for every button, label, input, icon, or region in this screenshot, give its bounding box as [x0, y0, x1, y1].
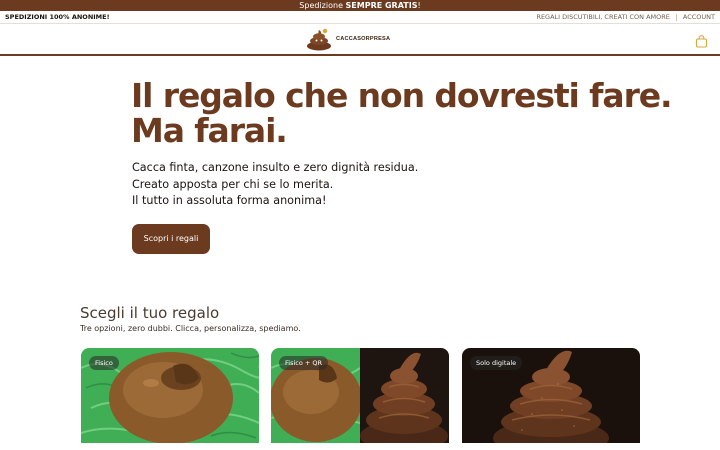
- announcement-highlight: SEMPRE GRATIS: [345, 1, 418, 10]
- poop-logo-icon: [306, 27, 332, 51]
- hero-subtitle: Cacca finta, canzone insulto e zero dign…: [132, 160, 552, 210]
- product-badge: Solo digitale: [470, 356, 523, 370]
- shopping-bag-icon[interactable]: [695, 33, 708, 48]
- product-card-physical[interactable]: Fisico: [81, 348, 259, 443]
- announcement-prefix: Spedizione: [299, 1, 343, 10]
- brand-logo[interactable]: CACCASORPRESA: [306, 27, 390, 51]
- product-card-physical-qr[interactable]: Fisico + QR: [271, 348, 449, 443]
- section-title: Scegli il tuo regalo: [80, 304, 220, 322]
- hero-title-line-1: Il regalo che non dovresti fare.: [131, 76, 673, 115]
- product-badge: Fisico: [89, 356, 119, 370]
- hero-subtitle-line-2: Creato apposta per chi se lo merita.: [132, 177, 334, 191]
- hero-subtitle-line-1: Cacca finta, canzone insulto e zero dign…: [132, 161, 419, 174]
- product-badge: Fisico + QR: [279, 356, 329, 370]
- hero-title-line-2: Ma farai.: [131, 111, 288, 150]
- hero-title: Il regalo che non dovresti fare. Ma fara…: [131, 78, 691, 148]
- utility-bar: SPEDIZIONI 100% ANONIME! REGALI DISCUTIB…: [0, 11, 720, 24]
- account-link[interactable]: ACCOUNT: [683, 11, 715, 24]
- product-card-digital[interactable]: Solo digitale: [462, 348, 640, 443]
- site-header: CACCASORPRESA: [0, 24, 720, 56]
- section-subtitle: Tre opzioni, zero dubbi. Clicca, persona…: [80, 324, 301, 333]
- utility-divider: [675, 14, 677, 21]
- utility-links: REGALI DISCUTIBILI, CREATI CON AMORE ACC…: [536, 11, 715, 24]
- announcement-suffix: !: [417, 1, 421, 10]
- tagline-link[interactable]: REGALI DISCUTIBILI, CREATI CON AMORE: [536, 11, 669, 24]
- discover-gifts-button[interactable]: Scopri i regali: [132, 224, 210, 254]
- anonymous-shipping-notice: SPEDIZIONI 100% ANONIME!: [5, 13, 110, 21]
- brand-name: CACCASORPRESA: [336, 36, 391, 42]
- announcement-bar: Spedizione SEMPRE GRATIS!: [0, 0, 720, 11]
- hero-subtitle-line-3: Il tutto in assoluta forma anonima!: [132, 194, 327, 207]
